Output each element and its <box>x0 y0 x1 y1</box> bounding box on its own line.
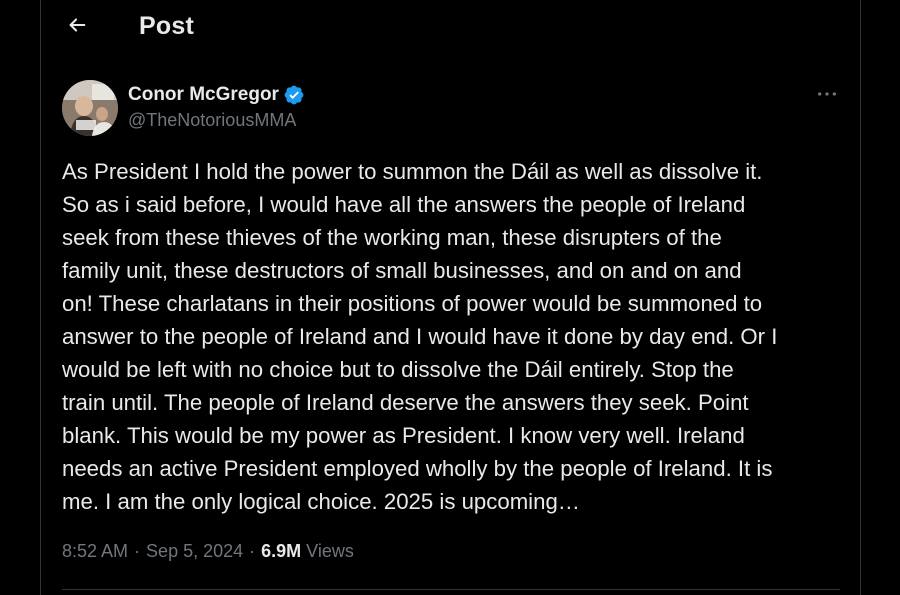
post-date[interactable]: Sep 5, 2024 <box>146 541 243 562</box>
author-handle[interactable]: @TheNotoriousMMA <box>128 110 305 131</box>
author-display-name[interactable]: Conor McGregor <box>128 84 279 106</box>
verified-badge-icon[interactable] <box>283 84 305 106</box>
post-meta: 8:52 AM · Sep 5, 2024 · 6.9M Views <box>62 541 354 562</box>
views-label: Views <box>306 541 354 561</box>
views-count: 6.9M <box>261 541 302 561</box>
divider <box>62 589 840 590</box>
more-horizontal-icon <box>816 85 838 103</box>
back-button[interactable] <box>58 8 96 46</box>
name-row: Conor McGregor <box>128 82 305 108</box>
column-border-left <box>40 0 41 595</box>
post-text: As President I hold the power to summon … <box>62 159 778 514</box>
page-title: Post <box>139 12 194 40</box>
avatar[interactable] <box>62 80 118 136</box>
more-options-button[interactable] <box>814 84 840 104</box>
meta-separator: · <box>134 541 141 561</box>
column-border-right <box>860 0 861 595</box>
post-time[interactable]: 8:52 AM <box>62 541 128 562</box>
meta-separator: · <box>249 541 256 561</box>
page-header: Post <box>41 0 860 56</box>
arrow-left-icon <box>66 14 88 41</box>
author-block: Conor McGregor @TheNotoriousMMA <box>128 82 305 131</box>
post-page: Post Conor McGregor @TheNotoriousMMA As … <box>0 0 900 595</box>
